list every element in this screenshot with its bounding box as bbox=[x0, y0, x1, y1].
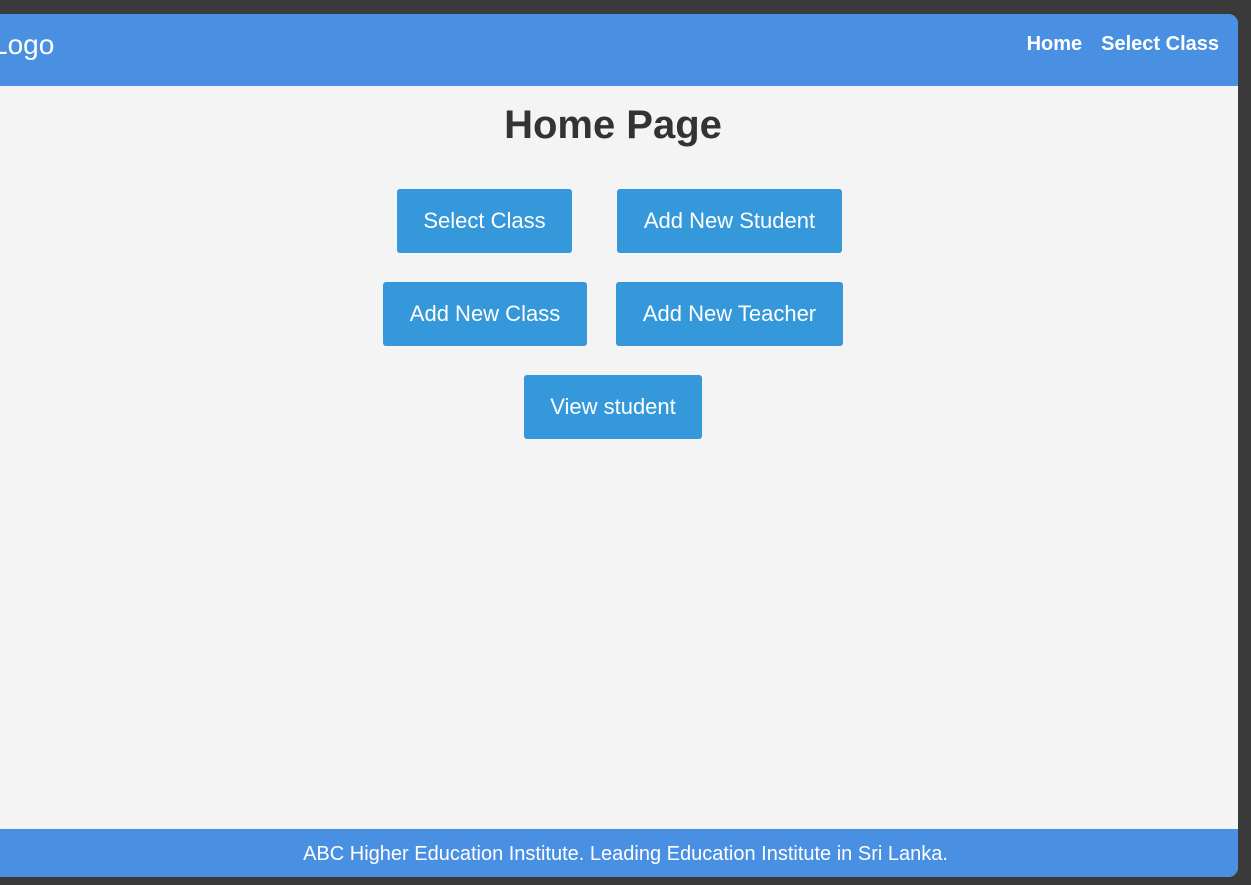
desktop-strip-top bbox=[0, 0, 1251, 14]
logo: Logo bbox=[0, 29, 55, 60]
nav-links: Home Select Class bbox=[1027, 32, 1219, 56]
footer: ABC Higher Education Institute. Leading … bbox=[0, 829, 1238, 877]
footer-text: ABC Higher Education Institute. Leading … bbox=[303, 843, 948, 865]
select-class-button[interactable]: Select Class bbox=[397, 189, 572, 253]
add-new-student-button[interactable]: Add New Student bbox=[617, 189, 842, 253]
nav-link-home[interactable]: Home bbox=[1027, 32, 1083, 56]
screen: Logo Home Select Class Home Page Select … bbox=[0, 0, 1251, 885]
add-new-class-button[interactable]: Add New Class bbox=[383, 282, 587, 346]
add-new-teacher-button[interactable]: Add New Teacher bbox=[616, 282, 843, 346]
desktop-strip-bottom bbox=[0, 877, 1251, 885]
browser-window: Logo Home Select Class Home Page Select … bbox=[0, 14, 1238, 877]
nav-link-select-class[interactable]: Select Class bbox=[1101, 32, 1219, 56]
page-title: Home Page bbox=[504, 103, 722, 147]
view-student-button[interactable]: View student bbox=[524, 375, 702, 439]
navbar: Logo Home Select Class bbox=[0, 14, 1238, 86]
